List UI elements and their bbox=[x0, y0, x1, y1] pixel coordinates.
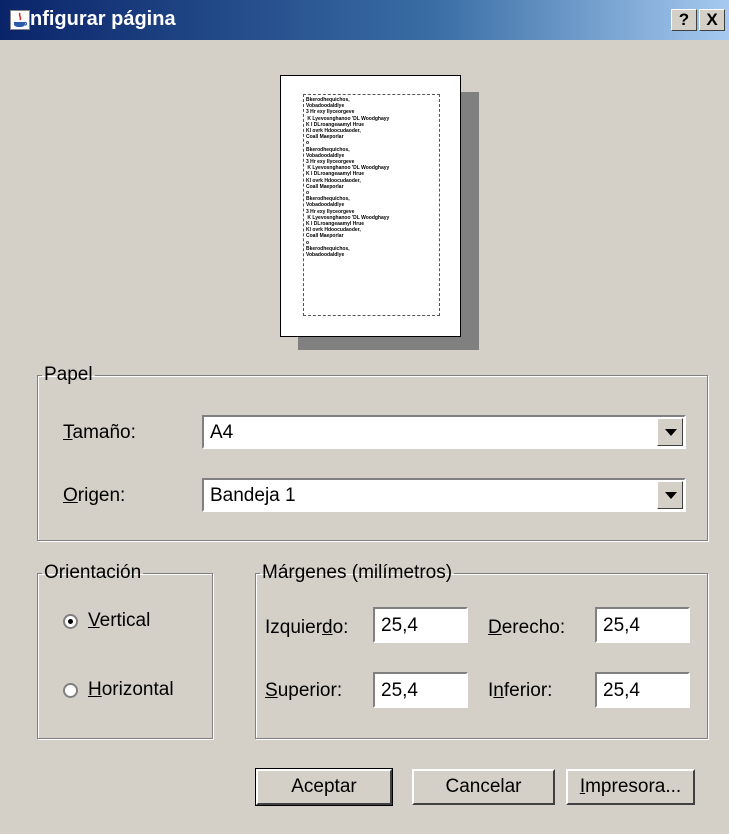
size-dropdown-arrow-icon[interactable] bbox=[657, 418, 683, 446]
page-preview-text: Bkerodhequichos, Vobadoodaldlye 3 Hr exy I… bbox=[303, 94, 440, 316]
margins-group: Márgenes (milímetros) bbox=[255, 563, 708, 739]
right-margin-input[interactable]: 25,4 bbox=[595, 607, 690, 643]
title-bar[interactable]: nfigurar página ? X bbox=[0, 0, 729, 40]
top-margin-label: Superior: bbox=[265, 680, 343, 701]
cancel-button[interactable]: Cancelar bbox=[412, 769, 555, 805]
size-select-value: A4 bbox=[210, 422, 234, 443]
orientation-legend: Orientación bbox=[44, 562, 142, 583]
size-label: Tamaño: bbox=[63, 422, 136, 443]
preview-line: Vobadoodaldlye bbox=[306, 252, 345, 259]
page-preview: Bkerodhequichos, Vobadoodaldlye 3 Hr exy I… bbox=[280, 75, 461, 337]
source-select-value: Bandeja 1 bbox=[210, 485, 296, 506]
source-dropdown-arrow-icon[interactable] bbox=[657, 481, 683, 509]
right-margin-label: Derecho: bbox=[488, 617, 566, 638]
paper-legend: Papel bbox=[44, 364, 93, 385]
landscape-radio[interactable] bbox=[63, 683, 78, 698]
margins-legend: Márgenes (milímetros) bbox=[262, 562, 453, 583]
size-select[interactable]: A4 bbox=[202, 415, 686, 449]
help-button[interactable]: ? bbox=[671, 9, 697, 31]
paper-group: Papel bbox=[37, 365, 708, 541]
portrait-label[interactable]: Vertical bbox=[88, 610, 150, 632]
source-label: Origen: bbox=[63, 485, 126, 506]
source-select[interactable]: Bandeja 1 bbox=[202, 478, 686, 512]
java-app-icon[interactable] bbox=[10, 10, 30, 30]
landscape-label[interactable]: Horizontal bbox=[88, 679, 174, 701]
portrait-radio[interactable] bbox=[63, 614, 78, 629]
bottom-margin-label: Inferior: bbox=[488, 680, 553, 701]
close-button[interactable]: X bbox=[699, 9, 725, 31]
window-title: nfigurar página bbox=[30, 8, 176, 30]
ok-button[interactable]: Aceptar bbox=[255, 768, 393, 806]
top-margin-input[interactable]: 25,4 bbox=[373, 672, 468, 708]
orientation-group: Orientación bbox=[37, 563, 213, 739]
printer-button[interactable]: Impresora... bbox=[566, 769, 695, 805]
left-margin-label: Izquierdo: bbox=[265, 617, 349, 638]
bottom-margin-input[interactable]: 25,4 bbox=[595, 672, 690, 708]
left-margin-input[interactable]: 25,4 bbox=[373, 607, 468, 643]
